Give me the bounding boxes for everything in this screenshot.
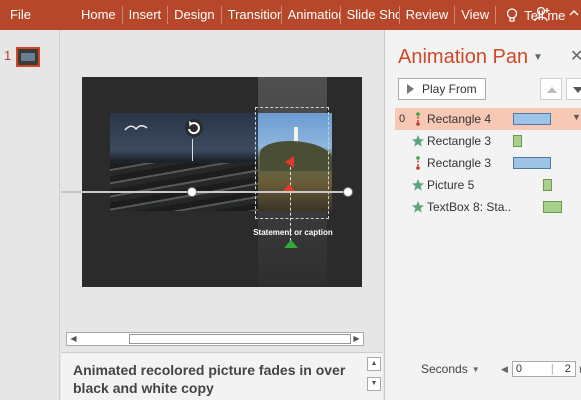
animation-item[interactable]: Rectangle 3 xyxy=(395,152,581,174)
motion-end-marker[interactable] xyxy=(285,156,294,168)
slide-editing-area: Statement or caption ◀ ▶ Animated recolo… xyxy=(61,30,383,400)
horizontal-scrollbar[interactable]: ◀ ▶ xyxy=(66,332,364,346)
tab-insert[interactable]: Insert xyxy=(123,6,169,24)
tab-file[interactable]: File xyxy=(0,6,45,24)
animation-item[interactable]: TextBox 8: Sta... xyxy=(395,196,581,218)
lightbulb-icon xyxy=(506,7,518,23)
resize-handle-left[interactable] xyxy=(187,187,197,197)
slide-canvas[interactable]: Statement or caption xyxy=(82,77,362,287)
tab-review[interactable]: Review xyxy=(400,6,456,24)
motion-green-marker[interactable] xyxy=(284,240,298,248)
animation-item[interactable]: Rectangle 3 xyxy=(395,130,581,152)
resize-handle-right[interactable] xyxy=(343,187,353,197)
star-icon xyxy=(409,177,427,193)
timeline-start: 0 xyxy=(515,363,523,375)
motion-path-icon xyxy=(409,155,427,171)
seconds-label: Seconds xyxy=(421,362,468,376)
scroll-thumb[interactable] xyxy=(129,334,351,344)
timing-bar[interactable] xyxy=(513,113,551,125)
slide-caption[interactable]: Statement or caption xyxy=(252,228,334,237)
tab-slide-show[interactable]: Slide Show xyxy=(341,6,400,24)
notes-text[interactable]: Animated recolored picture fades in over… xyxy=(73,361,363,397)
ribbon-collapse-icon[interactable] xyxy=(568,7,580,22)
animation-item[interactable]: Picture 5 xyxy=(395,174,581,196)
star-icon xyxy=(409,133,427,149)
share-person-icon[interactable] xyxy=(534,6,550,25)
timing-bar[interactable] xyxy=(513,135,522,147)
animation-pane: Animation Pane ▼ ✕ Play From 0 Rectangle… xyxy=(384,30,581,400)
timeline-zoom[interactable]: ◀ 0 | 2 ▶ xyxy=(501,361,581,377)
notes-scroll-up-icon[interactable]: ▲ xyxy=(367,357,381,371)
tab-design[interactable]: Design xyxy=(168,6,222,24)
animation-list: 0 Rectangle 4 ▼ Rectangle 3 Rectangle 3 xyxy=(395,108,581,218)
animation-item-label: TextBox 8: Sta... xyxy=(427,200,511,214)
notes-scroll-down-icon[interactable]: ▼ xyxy=(367,377,381,391)
animation-item-label: Rectangle 4 xyxy=(427,112,492,126)
timing-bar[interactable] xyxy=(543,201,562,213)
timing-bar[interactable] xyxy=(513,157,551,169)
tab-view[interactable]: View xyxy=(455,6,497,24)
tab-home[interactable]: Home xyxy=(75,6,123,24)
animation-item-label: Rectangle 3 xyxy=(427,134,492,148)
slide-number: 1 xyxy=(4,48,12,63)
motion-path-icon xyxy=(409,111,427,127)
bird-icon xyxy=(124,121,148,139)
pane-options-icon[interactable]: ▼ xyxy=(533,52,543,63)
move-down-button[interactable] xyxy=(566,78,581,100)
animation-item-label: Rectangle 3 xyxy=(427,156,492,170)
animation-item-label: Picture 5 xyxy=(427,178,475,192)
tab-animations[interactable]: Animations xyxy=(282,6,341,24)
chevron-down-icon: ▼ xyxy=(471,364,480,374)
slide-thumbnail-pane: 1 xyxy=(0,30,60,400)
scroll-left-icon[interactable]: ◀ xyxy=(67,333,80,345)
animation-item[interactable]: 0 Rectangle 4 ▼ xyxy=(395,108,581,130)
timeline-end: 2 xyxy=(564,363,571,375)
tab-transitions[interactable]: Transitions xyxy=(222,6,282,24)
ribbon-tab-bar: File Home Insert Design Transitions Anim… xyxy=(0,0,581,30)
timeline-scale: 0 | 2 xyxy=(511,361,576,377)
star-icon xyxy=(409,199,427,215)
slide-thumbnail[interactable] xyxy=(16,47,40,67)
item-dropdown-icon[interactable]: ▼ xyxy=(572,112,581,122)
move-up-button[interactable] xyxy=(540,78,562,100)
seconds-dropdown[interactable]: Seconds ▼ xyxy=(421,362,480,376)
close-icon[interactable]: ✕ xyxy=(570,46,581,66)
rotate-handle-icon[interactable] xyxy=(184,118,204,143)
timing-bar[interactable] xyxy=(543,179,552,191)
selection-bar xyxy=(61,191,349,193)
play-from-button[interactable]: Play From xyxy=(398,78,486,100)
scroll-right-icon[interactable]: ▶ xyxy=(350,333,363,345)
notes-pane[interactable]: Animated recolored picture fades in over… xyxy=(61,352,383,400)
play-icon xyxy=(407,84,414,94)
animation-pane-title: Animation Pane xyxy=(398,46,528,68)
animation-item-number: 0 xyxy=(398,113,406,125)
play-from-label: Play From xyxy=(422,82,477,96)
timeline-left-icon[interactable]: ◀ xyxy=(501,364,508,375)
